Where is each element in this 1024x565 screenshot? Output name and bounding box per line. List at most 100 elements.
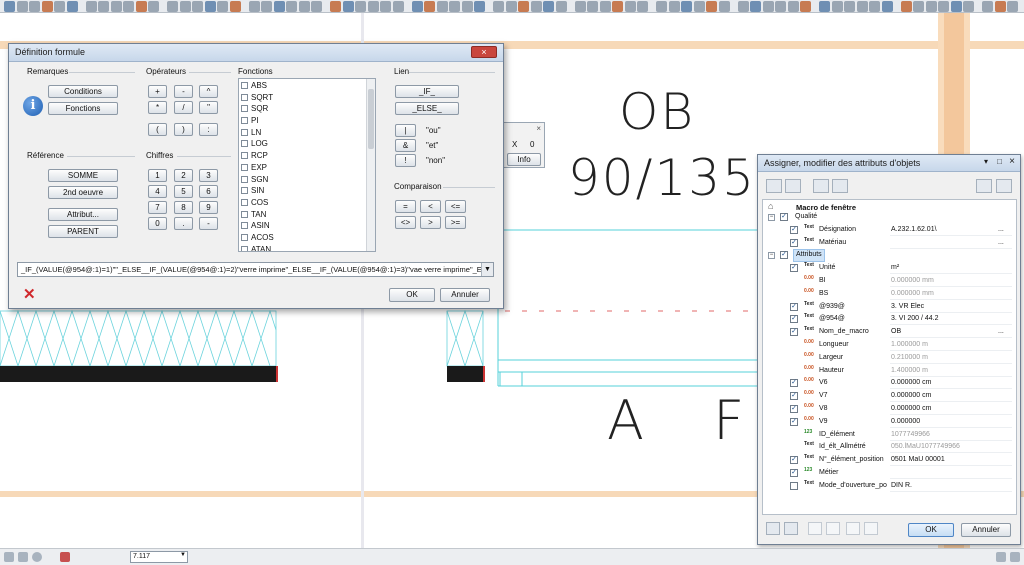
fill-icon[interactable] bbox=[950, 1, 962, 12]
attribute-value[interactable]: 3. VI 200 / 44.2 bbox=[890, 314, 1012, 326]
copy-icon[interactable] bbox=[813, 179, 829, 193]
attribute-row[interactable]: ✓ Text Nom_de_macro OB... bbox=[764, 326, 1014, 339]
attribute-value[interactable]: DIN R. bbox=[890, 481, 1012, 492]
logic-and-button[interactable]: & bbox=[395, 139, 416, 152]
circle-icon[interactable] bbox=[925, 1, 937, 12]
cancel-button[interactable]: Annuler bbox=[440, 288, 490, 302]
decimal-point-button[interactable]: . bbox=[174, 217, 193, 230]
snap-icon[interactable] bbox=[856, 1, 868, 12]
attribute-value[interactable]: A.232.1.62.01\ bbox=[890, 225, 1012, 236]
checkbox[interactable] bbox=[241, 163, 248, 171]
arc-icon[interactable] bbox=[179, 1, 191, 12]
text-icon[interactable] bbox=[229, 1, 241, 12]
circle-icon[interactable] bbox=[380, 1, 391, 12]
circle-icon[interactable] bbox=[54, 1, 65, 12]
attribute-row[interactable]: Text Mode_d'ouverture_po DIN R. bbox=[764, 480, 1014, 493]
circle-icon[interactable] bbox=[493, 1, 504, 12]
filter-icon[interactable] bbox=[976, 179, 992, 193]
digit-7-button[interactable]: 7 bbox=[148, 201, 167, 214]
checkbox[interactable] bbox=[241, 152, 248, 160]
function-item[interactable]: LOG bbox=[239, 138, 375, 150]
attribute-value[interactable]: 0.000000 cm bbox=[890, 378, 1012, 390]
operator-power-button[interactable]: ^ bbox=[199, 85, 218, 98]
attribute-value[interactable]: 0.210000 m bbox=[890, 353, 1012, 364]
pen-icon[interactable] bbox=[110, 1, 122, 12]
attribute-value[interactable]: 0.000000 bbox=[890, 417, 1012, 428]
layer-icon[interactable] bbox=[787, 1, 799, 12]
snap-icon[interactable] bbox=[311, 1, 322, 12]
snap-icon[interactable] bbox=[98, 1, 109, 12]
function-item[interactable]: SIN bbox=[239, 185, 375, 197]
attribute-row[interactable]: ✓ 0.00 V9 0.000000 bbox=[764, 416, 1014, 429]
function-item[interactable]: SQRT bbox=[239, 92, 375, 104]
redo-icon[interactable] bbox=[18, 552, 28, 562]
compare-greater-button[interactable]: > bbox=[420, 216, 441, 229]
text-icon[interactable] bbox=[123, 1, 134, 12]
line-icon[interactable] bbox=[148, 1, 159, 12]
checkbox[interactable] bbox=[241, 233, 248, 241]
attribute-row[interactable]: ✓ 123 Métier bbox=[764, 467, 1014, 480]
checkbox[interactable]: ✓ bbox=[790, 328, 798, 337]
attribute-value[interactable]: 050.lMaU1077749966 bbox=[890, 442, 1012, 454]
attribute-value[interactable]: OB bbox=[890, 327, 1012, 339]
checkbox[interactable]: ✓ bbox=[790, 225, 798, 234]
pen-icon[interactable] bbox=[436, 1, 448, 12]
checkbox[interactable]: ✓ bbox=[790, 264, 798, 273]
more-button[interactable]: ... bbox=[998, 326, 1004, 339]
attribute-row[interactable]: Text Id_élt_Allmétré 050.lMaU1077749966 bbox=[764, 441, 1014, 454]
checkbox[interactable] bbox=[241, 93, 248, 101]
attribute-value[interactable]: 0.000000 cm bbox=[890, 404, 1012, 415]
chevron-down-icon[interactable]: ▼ bbox=[180, 552, 186, 558]
move-top-icon[interactable] bbox=[808, 522, 822, 535]
checkbox[interactable]: ✓ bbox=[790, 302, 798, 311]
checkbox[interactable] bbox=[241, 82, 248, 89]
fill-icon[interactable] bbox=[192, 1, 203, 12]
attribute-group-row[interactable]: − ✓ Qualité bbox=[764, 211, 1014, 224]
second-oeuvre-button[interactable]: 2nd oeuvre bbox=[48, 186, 118, 199]
checkbox[interactable]: ✓ bbox=[790, 315, 798, 324]
delete-icon[interactable]: ✕ bbox=[23, 287, 36, 302]
arc-icon[interactable] bbox=[505, 1, 517, 12]
checkbox[interactable]: ✓ bbox=[790, 238, 798, 247]
line-icon[interactable] bbox=[367, 1, 379, 12]
attribute-row[interactable]: ✓ Text N°_élément_position 0501 MaU 00001 bbox=[764, 454, 1014, 467]
if-button[interactable]: _IF_ bbox=[395, 85, 459, 98]
text-icon[interactable] bbox=[342, 1, 354, 12]
function-item[interactable]: SGN bbox=[239, 174, 375, 186]
attribute-row[interactable]: 0.00 Largeur 0.210000 m bbox=[764, 352, 1014, 365]
checkbox[interactable] bbox=[241, 105, 248, 113]
digit-5-button[interactable]: 5 bbox=[174, 185, 193, 198]
attribute-group-row[interactable]: − ✓ Attributs bbox=[764, 249, 1014, 263]
snap-icon[interactable] bbox=[637, 1, 648, 12]
attribut-button[interactable]: Attribut... bbox=[48, 208, 118, 221]
move-up-icon[interactable] bbox=[846, 522, 860, 535]
digit-1-button[interactable]: 1 bbox=[148, 169, 167, 182]
zoom-icon[interactable] bbox=[32, 552, 42, 562]
checkbox[interactable] bbox=[241, 187, 248, 195]
arc-icon[interactable] bbox=[392, 1, 404, 12]
attribute-value[interactable]: 1.000000 m bbox=[890, 340, 1012, 351]
arc-icon[interactable] bbox=[718, 1, 730, 12]
fill-icon[interactable] bbox=[85, 1, 97, 12]
checkbox[interactable] bbox=[241, 198, 248, 206]
attribute-value[interactable]: 0.000000 cm bbox=[890, 391, 1012, 403]
attribute-row[interactable]: 0.00 Hauteur 1.400000 m bbox=[764, 365, 1014, 378]
attribute-value[interactable] bbox=[890, 238, 1012, 249]
attribute-row[interactable]: 0.00 BI 0.000000 mm bbox=[764, 275, 1014, 288]
checkbox[interactable]: ✓ bbox=[790, 379, 798, 388]
settings-icon[interactable] bbox=[996, 552, 1006, 562]
filter-check-icon[interactable] bbox=[996, 179, 1012, 193]
function-item[interactable]: COS bbox=[239, 197, 375, 209]
fill-icon[interactable] bbox=[737, 1, 749, 12]
pen-icon[interactable] bbox=[543, 1, 554, 12]
undo-icon[interactable] bbox=[4, 552, 14, 562]
somme-button[interactable]: SOMME bbox=[48, 169, 118, 182]
compare-not-equal-button[interactable]: <> bbox=[395, 216, 416, 229]
pen-icon[interactable] bbox=[217, 1, 228, 12]
function-item[interactable]: RCP bbox=[239, 150, 375, 162]
pen-icon[interactable] bbox=[4, 1, 15, 12]
expand-icon[interactable]: − bbox=[768, 214, 775, 221]
operator-colon-button[interactable]: : bbox=[199, 123, 218, 136]
layer-icon[interactable] bbox=[135, 1, 147, 12]
chevron-down-icon[interactable]: ▼ bbox=[481, 263, 493, 276]
